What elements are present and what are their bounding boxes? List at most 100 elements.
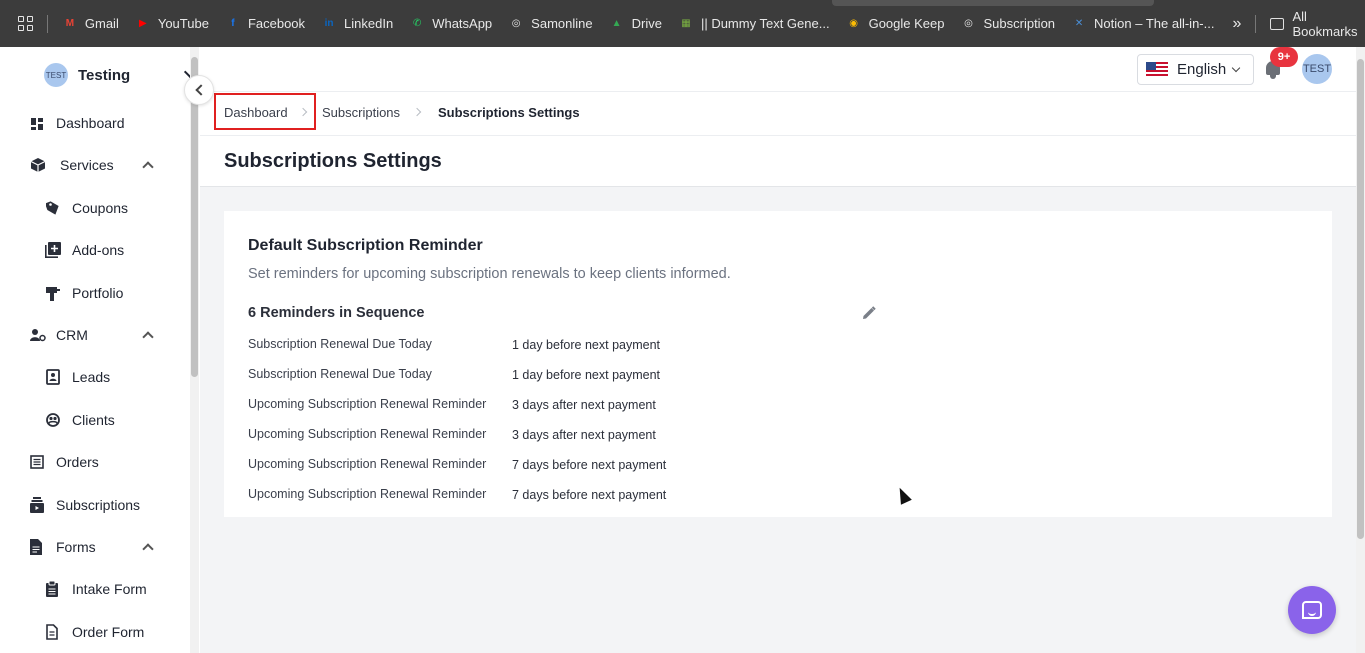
main-content: Default Subscription Reminder Set remind… [200, 187, 1356, 653]
breadcrumb: Dashboard Subscriptions Subscriptions Se… [200, 92, 1356, 136]
chat-support-button[interactable] [1288, 586, 1336, 634]
contact-card-icon [46, 369, 60, 385]
bookmark-favicon-icon: ◎ [511, 18, 521, 29]
sidebar-item-label: Orders [56, 454, 99, 470]
dashboard-icon [31, 117, 45, 131]
users-circle-icon [46, 413, 60, 427]
sidebar-scrollbar-thumb[interactable] [191, 57, 198, 377]
sidebar-item-crm[interactable]: CRM [0, 315, 190, 355]
bookmark-favicon-icon: M [65, 18, 75, 29]
workspace-name: Testing [78, 66, 131, 84]
bookmark-item[interactable]: ◎ Subscription [960, 16, 1055, 32]
workspace-switcher[interactable]: TEST Testing [44, 63, 199, 87]
breadcrumb-dashboard[interactable]: Dashboard [224, 105, 288, 120]
bookmark-label: Samonline [531, 16, 593, 31]
bookmark-label: || Dummy Text Gene... [700, 16, 830, 31]
sidebar-item-order-form[interactable]: Order Form [0, 612, 190, 652]
bookmark-item[interactable]: ✕ Notion – The all-in-... [1071, 16, 1215, 32]
reminder-name: Upcoming Subscription Renewal Reminder [248, 487, 487, 501]
reminder-timing: 1 day before next payment [512, 368, 661, 382]
bookmark-item[interactable]: in LinkedIn [321, 16, 394, 32]
sidebar: TEST Testing Dashboard Services Coupons … [0, 47, 199, 653]
reminder-timing: 7 days before next payment [512, 488, 667, 502]
bookmark-favicon-icon: ▲ [611, 18, 622, 29]
subscription-icon [30, 497, 44, 513]
top-header: English 9+ TEST [200, 47, 1356, 92]
bookmark-favicon-icon: ✆ [412, 18, 422, 29]
sidebar-item-label: Dashboard [56, 115, 125, 131]
bookmark-favicon-icon: ▦ [681, 18, 691, 29]
clipboard-icon [46, 580, 60, 597]
page-title: Subscriptions Settings [224, 150, 442, 172]
us-flag-icon [1146, 62, 1168, 77]
sidebar-item-forms[interactable]: Forms [0, 527, 190, 567]
bookmarks-overflow-icon[interactable]: » [1232, 15, 1241, 33]
sidebar-item-portfolio[interactable]: Portfolio [0, 273, 190, 313]
chevron-up-icon [142, 543, 154, 555]
bookmark-item[interactable]: ▦ || Dummy Text Gene... [678, 16, 830, 32]
list-icon [30, 455, 44, 469]
bookmark-item[interactable]: ◎ Samonline [508, 16, 593, 32]
tag-icon [44, 200, 60, 215]
bookmarks-divider [47, 14, 48, 33]
breadcrumb-current: Subscriptions Settings [438, 105, 580, 120]
sidebar-item-label: Clients [72, 412, 115, 428]
bookmark-favicon-icon: ◎ [964, 18, 973, 29]
bookmark-favicon-icon: in [324, 18, 334, 29]
sidebar-item-orders[interactable]: Orders [0, 442, 190, 482]
bookmark-favicon-icon: ▶ [138, 18, 147, 29]
card-subtitle: Set reminders for upcoming subscription … [248, 266, 731, 282]
reminder-name: Subscription Renewal Due Today [248, 337, 432, 351]
sidebar-item-coupons[interactable]: Coupons [0, 188, 190, 228]
all-bookmarks-button[interactable]: All Bookmarks [1270, 9, 1365, 39]
sidebar-item-label: Intake Form [72, 581, 147, 597]
breadcrumb-subscriptions[interactable]: Subscriptions [322, 105, 400, 120]
language-label: English [1177, 61, 1227, 78]
sidebar-item-leads[interactable]: Leads [0, 357, 190, 397]
edit-pencil-icon[interactable] [862, 306, 876, 320]
bookmark-label: Drive [631, 16, 662, 31]
sidebar-item-label: CRM [56, 327, 88, 343]
sidebar-scrollbar[interactable] [190, 47, 199, 653]
sidebar-item-add-ons[interactable]: Add-ons [0, 230, 190, 270]
reminder-timing: 3 days after next payment [512, 428, 656, 442]
bookmark-item[interactable]: ◉ Google Keep [846, 16, 944, 32]
apps-grid-icon[interactable] [18, 15, 33, 32]
sidebar-item-services[interactable]: Services [0, 145, 190, 185]
reminder-timing: 1 day before next payment [512, 338, 661, 352]
reminder-name: Subscription Renewal Due Today [248, 367, 432, 381]
active-tab-edge [832, 0, 1154, 6]
sequence-title: 6 Reminders in Sequence [248, 305, 425, 321]
page-scrollbar-thumb[interactable] [1357, 59, 1364, 539]
user-avatar[interactable]: TEST [1302, 54, 1332, 84]
bookmark-item[interactable]: ▶ YouTube [135, 16, 209, 32]
bookmark-item[interactable]: f Facebook [225, 16, 305, 32]
collapse-sidebar-button[interactable] [184, 75, 214, 105]
bookmark-favicon-icon: ✕ [1074, 18, 1084, 29]
sidebar-item-label: Coupons [72, 200, 129, 216]
sidebar-item-clients[interactable]: Clients [0, 400, 190, 440]
breadcrumb-chevron-icon [412, 107, 422, 117]
folder-icon [1270, 17, 1285, 30]
bookmark-label: Gmail [84, 16, 119, 31]
bookmark-item[interactable]: ▲ Drive [609, 16, 662, 32]
sidebar-item-label: Add-ons [72, 242, 125, 258]
user-gear-icon [30, 328, 46, 342]
box-icon [30, 157, 46, 172]
bookmark-item[interactable]: ✆ WhatsApp [409, 16, 492, 32]
sidebar-item-label: Services [60, 157, 114, 173]
sidebar-item-subscriptions[interactable]: Subscriptions [0, 485, 190, 525]
bookmark-item[interactable]: M Gmail [62, 16, 119, 32]
sidebar-item-dashboard[interactable]: Dashboard [0, 103, 190, 143]
bookmark-label: Subscription [983, 16, 1056, 31]
sidebar-item-label: Leads [72, 369, 111, 385]
language-select[interactable]: English [1137, 54, 1254, 85]
file-icon [46, 624, 60, 640]
page-title-bar: Subscriptions Settings [200, 136, 1356, 187]
sidebar-item-intake-form[interactable]: Intake Form [0, 569, 190, 609]
sidebar-item-label: Forms [56, 539, 96, 555]
tab-strip [0, 0, 1365, 6]
bookmark-label: WhatsApp [432, 16, 493, 31]
bookmark-favicon-icon: f [231, 18, 235, 29]
page-scrollbar[interactable] [1356, 47, 1365, 653]
